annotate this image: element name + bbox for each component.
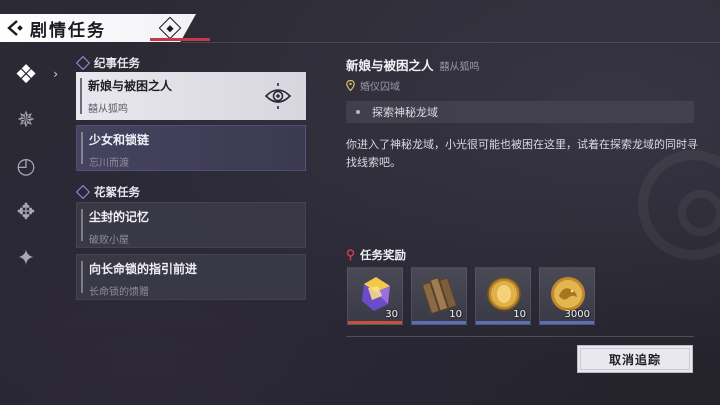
quest-location: 婚仪囚域 xyxy=(346,78,400,93)
purple-crystal-icon xyxy=(362,277,390,311)
rail-item-3[interactable]: ◴ xyxy=(0,144,52,190)
quest-item-selected[interactable]: 新娘与被困之人 囍从狐鸣 xyxy=(76,72,306,120)
rarity-bar xyxy=(476,321,530,324)
star-diamond-icon: ✦ xyxy=(16,246,36,271)
rarity-bar xyxy=(540,321,594,324)
quest-subtitle: 长命锁的馈赠 xyxy=(89,287,149,298)
rail-item-2[interactable]: ✵ xyxy=(0,98,52,144)
quest-detail-title: 新娘与被困之人 囍从狐鸣 xyxy=(346,55,480,74)
category-label: 花絮任务 xyxy=(94,185,140,199)
objective-text: 探索神秘龙域 xyxy=(372,106,438,119)
chevron-right-icon: › xyxy=(53,67,58,81)
quest-subtitle: 忘川而渡 xyxy=(89,158,129,169)
rarity-bar xyxy=(412,321,466,324)
diamond-icon xyxy=(75,55,91,71)
reward-item[interactable]: 10 xyxy=(411,267,467,325)
category-label: 纪事任务 xyxy=(94,56,140,70)
back-arrow-icon xyxy=(7,20,23,36)
quest-title: 少女和锁链 xyxy=(89,133,150,147)
quest-description: 你进入了神秘龙域，小光很可能也被困在这里，试着在探索龙域的同时寻找线索吧。 xyxy=(346,138,698,169)
rail-item-main-story[interactable]: ❖ › xyxy=(0,52,58,98)
diamond-badge-icon xyxy=(158,16,182,40)
diamond-icon xyxy=(75,184,91,200)
wooden-planks-icon xyxy=(421,277,457,314)
cross-diamond-icon: ✥ xyxy=(16,200,36,225)
reward-count: 10 xyxy=(449,309,462,320)
reward-count: 3000 xyxy=(564,309,590,320)
header-divider xyxy=(182,42,720,43)
quest-title: 向长命锁的指引前进 xyxy=(89,262,198,276)
bullet-icon xyxy=(356,110,360,114)
quest-subtitle: 破败小屋 xyxy=(89,235,129,246)
clock-icon: ◴ xyxy=(16,154,36,179)
rarity-bar xyxy=(348,321,402,324)
rail-item-5[interactable]: ✦ xyxy=(0,236,52,282)
four-diamond-icon: ❖ xyxy=(14,60,38,90)
reward-pin-icon xyxy=(346,249,355,261)
gold-coin-icon xyxy=(487,277,521,311)
category-main-quests: 纪事任务 xyxy=(75,55,140,71)
quest-giver: 囍从狐鸣 xyxy=(439,62,480,73)
reward-count: 30 xyxy=(385,309,398,320)
quest-item[interactable]: 向长命锁的指引前进 长命锁的馈赠 xyxy=(76,254,306,300)
rewards-heading: 任务奖励 xyxy=(346,247,406,263)
reward-item[interactable]: 10 xyxy=(475,267,531,325)
quest-item[interactable]: 尘封的记忆 破败小屋 xyxy=(76,202,306,248)
category-side-quests: 花絮任务 xyxy=(75,184,140,200)
reward-item[interactable]: 3000 xyxy=(539,267,595,325)
rewards-divider xyxy=(346,336,694,337)
rewards-heading-text: 任务奖励 xyxy=(360,248,406,262)
quest-objective: 探索神秘龙域 xyxy=(346,101,694,123)
cancel-tracking-button[interactable]: 取消追踪 xyxy=(577,345,693,373)
dragon-coin-icon xyxy=(551,277,585,311)
reward-item[interactable]: 30 xyxy=(347,267,403,325)
header-accent xyxy=(150,38,210,41)
location-label: 婚仪囚域 xyxy=(360,82,400,93)
tracking-eye-icon xyxy=(264,83,292,109)
category-rail: ❖ › ✵ ◴ ✥ ✦ xyxy=(0,52,60,282)
quest-title: 尘封的记忆 xyxy=(89,210,150,224)
quest-item-tracked[interactable]: 少女和锁链 忘川而渡 xyxy=(76,125,306,171)
gear-diamond-icon: ✵ xyxy=(16,108,36,133)
detail-title-text: 新娘与被困之人 xyxy=(346,58,434,73)
reward-count: 10 xyxy=(513,309,526,320)
page-title: 剧情任务 xyxy=(30,20,106,41)
location-pin-icon xyxy=(346,80,355,91)
rail-item-4[interactable]: ✥ xyxy=(0,190,52,236)
back-button[interactable] xyxy=(0,14,30,42)
